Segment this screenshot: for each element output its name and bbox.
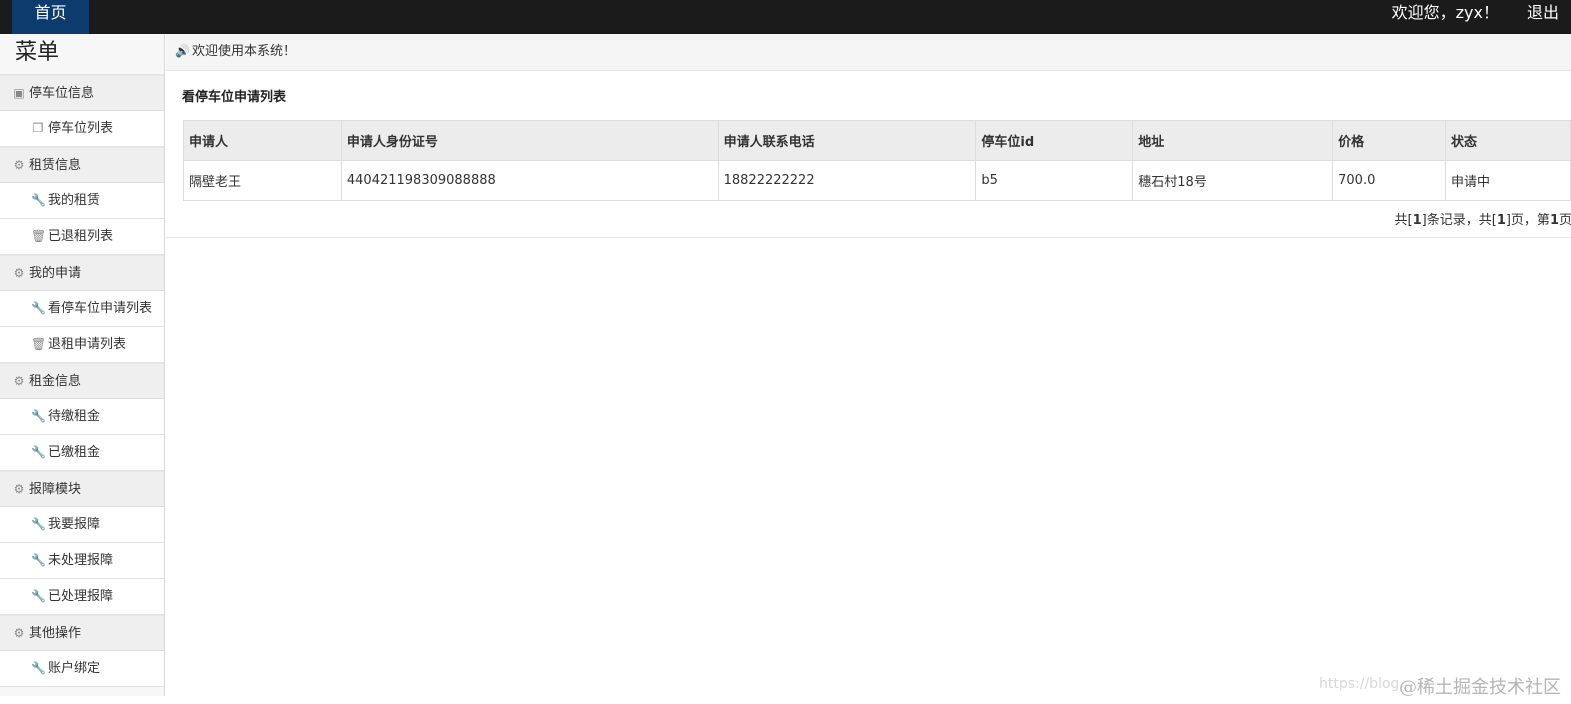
- home-tab[interactable]: 首页: [12, 0, 89, 34]
- logout-link[interactable]: 退出: [1527, 0, 1559, 25]
- menu-section-0[interactable]: ▣ 停车位信息: [0, 75, 164, 111]
- wrench-icon: 🔧: [31, 517, 46, 531]
- panel-title: 看停车位申请列表: [182, 90, 287, 105]
- pager-current: 1: [1549, 213, 1559, 228]
- menu-section-label: 租赁信息: [29, 158, 82, 173]
- watermark-url: https://blog.: [1319, 676, 1404, 692]
- sidebar-item-label: 看停车位申请列表: [48, 301, 153, 316]
- sidebar-item-label: 已处理报障: [48, 589, 114, 604]
- sidebar-item-label: 未处理报障: [48, 553, 114, 568]
- col-price: 价格: [1332, 120, 1447, 161]
- cell-address: 穗石村18号: [1132, 160, 1334, 201]
- sidebar-item-1-1[interactable]: 🗑 已退租列表: [0, 219, 164, 255]
- application-table: 申请人 申请人身份证号 申请人联系电话 停车位id 地址 价格 状态 隔壁老王 …: [183, 120, 1571, 201]
- notice-text: 欢迎使用本系统！: [192, 44, 297, 59]
- menu-section-label: 其他操作: [29, 626, 82, 641]
- watermark-brand: @稀土掘金技术社区: [1399, 677, 1561, 698]
- gear-icon: ⚙: [13, 266, 25, 280]
- menu-list: ▣ 停车位信息 ❐ 停车位列表 ⚙ 租赁信息 🔧 我的租赁 🗑 已退租列表 ⚙ 我的申请 🔧 看停车位申请…: [0, 75, 164, 687]
- menu-section-label: 租金信息: [29, 374, 82, 389]
- menu-section-2[interactable]: ⚙ 我的申请: [0, 255, 164, 291]
- gear-icon: ⚙: [13, 158, 25, 172]
- wrench-icon: 🔧: [31, 301, 46, 315]
- col-address: 地址: [1132, 120, 1334, 161]
- menu-section-label: 报障模块: [29, 482, 82, 497]
- menu-section-5[interactable]: ⚙ 其他操作: [0, 615, 164, 651]
- wrench-icon: 🔧: [31, 445, 46, 459]
- col-space-id: 停车位id: [975, 120, 1134, 161]
- pager-pages: 1: [1496, 213, 1506, 228]
- sidebar-item-5-0[interactable]: 🔧 账户绑定: [0, 651, 164, 687]
- top-navbar: 首页 欢迎您，zyx！ 退出: [0, 0, 1571, 34]
- col-applicant: 申请人: [183, 120, 342, 161]
- sidebar-item-3-0[interactable]: 🔧 待缴租金: [0, 399, 164, 435]
- list-panel: 看停车位申请列表 申请人 申请人身份证号 申请人联系电话 停车位id 地址 价格…: [166, 71, 1571, 238]
- menu-title: 菜单: [0, 34, 164, 75]
- col-status: 状态: [1445, 120, 1571, 161]
- trash-icon: 🗑: [31, 229, 47, 243]
- sidebar-item-4-2[interactable]: 🔧 已处理报障: [0, 579, 164, 615]
- col-phone: 申请人联系电话: [717, 120, 977, 161]
- sidebar-item-1-0[interactable]: 🔧 我的租赁: [0, 183, 164, 219]
- menu-section-label: 我的申请: [29, 266, 82, 281]
- pager-total: 1: [1412, 213, 1422, 228]
- wrench-icon: 🔧: [31, 193, 46, 207]
- sidebar-item-4-1[interactable]: 🔧 未处理报障: [0, 543, 164, 579]
- cell-status: 申请中: [1445, 160, 1571, 201]
- cell-space-id: b5: [975, 160, 1134, 201]
- wrench-icon: 🔧: [31, 409, 46, 423]
- wrench-icon: 🔧: [31, 553, 46, 567]
- pagination-info: 共[1]条记录，共[1]页，第1页: [1395, 209, 1571, 228]
- table-header-row: 申请人 申请人身份证号 申请人联系电话 停车位id 地址 价格 状态: [183, 120, 1571, 161]
- sidebar-item-label: 停车位列表: [48, 121, 114, 136]
- cell-price: 700.0: [1332, 160, 1447, 201]
- gear-icon: ⚙: [13, 374, 25, 388]
- col-id-number: 申请人身份证号: [340, 120, 719, 161]
- welcome-notice: 🔊 欢迎使用本系统！: [166, 34, 1571, 71]
- gear-icon: ⚙: [13, 626, 25, 640]
- pager-text-2: ]条记录，共[: [1421, 213, 1497, 228]
- pager-text-4: 页: [1558, 213, 1571, 228]
- sidebar-item-label: 账户绑定: [48, 661, 101, 676]
- menu-section-4[interactable]: ⚙ 报障模块: [0, 471, 164, 507]
- pager-text-3: ]页，第: [1505, 213, 1550, 228]
- pager-text-1: 共[: [1394, 213, 1413, 228]
- sidebar-item-4-0[interactable]: 🔧 我要报障: [0, 507, 164, 543]
- sidebar-item-label: 我要报障: [48, 517, 101, 532]
- sidebar-item-2-1[interactable]: 🗑 退租申请列表: [0, 327, 164, 363]
- sidebar-item-label: 我的租赁: [48, 193, 101, 208]
- main-content: 🔊 欢迎使用本系统！ 看停车位申请列表 申请人 申请人身份证号 申请人联系电话 停…: [166, 34, 1571, 704]
- sidebar-item-2-0[interactable]: 🔧 看停车位申请列表: [0, 291, 164, 327]
- cell-phone: 18822222222: [717, 160, 977, 201]
- sidebar-item-label: 已缴租金: [48, 445, 101, 460]
- gear-icon: ⚙: [13, 482, 25, 496]
- trash-icon: 🗑: [31, 337, 47, 351]
- wrench-icon: 🔧: [31, 661, 46, 675]
- file-icon: ❐: [32, 121, 44, 135]
- menu-section-3[interactable]: ⚙ 租金信息: [0, 363, 164, 399]
- cell-id-number: 440421198309088888: [340, 160, 719, 201]
- sidebar-menu: 菜单 ▣ 停车位信息 ❐ 停车位列表 ⚙ 租赁信息 🔧 我的租赁 🗑 已退租列表 ⚙ 我的申请 🔧 看停车…: [0, 34, 165, 696]
- welcome-user-text: 欢迎您，zyx！: [1391, 3, 1499, 22]
- sidebar-item-3-1[interactable]: 🔧 已缴租金: [0, 435, 164, 471]
- menu-section-label: 停车位信息: [29, 86, 95, 101]
- book-icon: ▣: [13, 86, 25, 100]
- sidebar-item-label: 已退租列表: [48, 229, 114, 244]
- speaker-icon: 🔊: [175, 44, 190, 58]
- cell-applicant: 隔壁老王: [183, 160, 342, 201]
- table-row: 隔壁老王 440421198309088888 18822222222 b5 穗…: [183, 160, 1571, 201]
- sidebar-item-0-0[interactable]: ❐ 停车位列表: [0, 111, 164, 147]
- menu-section-1[interactable]: ⚙ 租赁信息: [0, 147, 164, 183]
- sidebar-item-label: 待缴租金: [48, 409, 101, 424]
- sidebar-item-label: 退租申请列表: [48, 337, 127, 352]
- wrench-icon: 🔧: [31, 589, 46, 603]
